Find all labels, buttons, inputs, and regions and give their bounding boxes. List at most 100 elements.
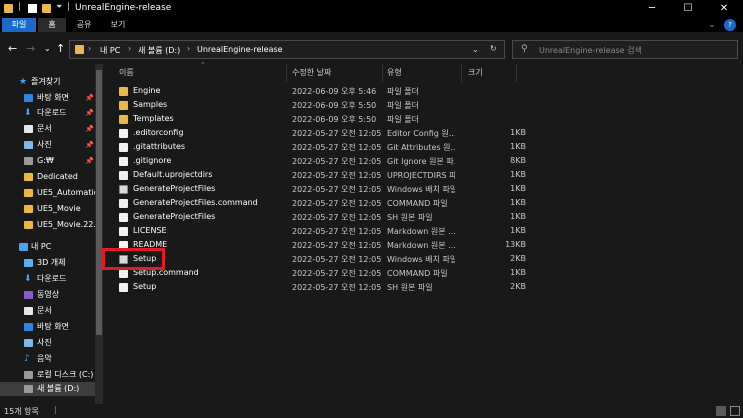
sidebar-item-ue5-movie-22[interactable]: UE5_Movie.22.0 <box>0 218 101 232</box>
search-box[interactable]: ⚲ UnrealEngine-release 검색 <box>512 40 738 59</box>
drive-icon <box>24 385 33 393</box>
recent-locations-icon[interactable]: ⌄ <box>44 44 51 53</box>
sidebar-item-local-disk-c[interactable]: 로컬 디스크 (C:) <box>0 368 95 382</box>
file-row[interactable]: README 2022-05-27 오전 12:05 Markdown 원본 ...… <box>106 238 526 252</box>
tab-share[interactable]: 공유 <box>70 18 98 32</box>
file-list: 이름 ⌃ 수정한 날짜 유형 크기 Engine 2022-06-09 오후 5:… <box>106 61 743 404</box>
close-button[interactable]: ✕ <box>706 0 742 18</box>
sidebar-item-volume-d[interactable]: 새 볼륨 (D:) <box>0 382 95 396</box>
address-bar[interactable]: › 내 PC › 새 볼륨 (D:) › UnrealEngine-releas… <box>69 40 505 59</box>
file-row[interactable]: .gitattributes 2022-05-27 오전 12:05 Git Att… <box>106 140 526 154</box>
file-row[interactable]: .gitignore 2022-05-27 오전 12:05 Git Ignore … <box>106 154 526 168</box>
sort-ascending-icon: ⌃ <box>200 61 206 69</box>
sidebar-item-g-drive[interactable]: G:₩ 📌 <box>0 154 95 168</box>
file-row[interactable]: Default.uprojectdirs 2022-05-27 오전 12:05 U… <box>106 168 526 182</box>
minimize-button[interactable]: ─ <box>634 0 670 18</box>
file-row[interactable]: Templates 2022-06-09 오후 5:50 파일 폴더 <box>106 112 526 126</box>
sidebar-item-pictures[interactable]: 사진 📌 <box>0 138 95 152</box>
sidebar-item-this-pc[interactable]: 내 PC <box>0 240 95 254</box>
batch-file-icon <box>119 185 128 194</box>
column-header-name[interactable]: 이름 <box>119 67 134 78</box>
column-divider[interactable] <box>286 64 287 82</box>
sidebar-item-music[interactable]: ♪ 음악 <box>0 352 95 366</box>
up-arrow-icon[interactable]: ↑ <box>56 42 65 55</box>
details-view-icon[interactable] <box>716 406 726 416</box>
music-icon: ♪ <box>24 354 30 364</box>
file-row[interactable]: Setup 2022-05-27 오전 12:05 Windows 배치 파일 2KB <box>106 252 526 266</box>
breadcrumb-current-folder[interactable]: UnrealEngine-release <box>197 45 283 54</box>
picture-icon <box>24 339 33 347</box>
sidebar-item-downloads[interactable]: ⬇ 다운로드 📌 <box>0 106 95 120</box>
sidebar-item-ue5-movie[interactable]: UE5_Movie <box>0 202 95 216</box>
sidebar-item-ue5-automation[interactable]: UE5_Automation <box>0 186 104 200</box>
breadcrumb-drive-d[interactable]: 새 볼륨 (D:) <box>138 45 180 56</box>
sidebar-item-documents-pc[interactable]: 문서 <box>0 304 95 318</box>
file-row[interactable]: GenerateProjectFiles 2022-05-27 오전 12:05 W… <box>106 182 526 196</box>
address-dropdown-icon[interactable]: ⌄ <box>472 45 479 54</box>
column-header-modified[interactable]: 수정한 날짜 <box>292 67 331 78</box>
sidebar-item-videos[interactable]: 동영상 <box>0 288 95 302</box>
file-size: 1KB <box>510 142 526 151</box>
expand-ribbon-icon[interactable]: ⌄ <box>706 18 718 32</box>
sidebar-item-documents[interactable]: 문서 📌 <box>0 122 95 136</box>
column-header-type[interactable]: 유형 <box>387 67 402 78</box>
file-row[interactable]: Samples 2022-06-09 오후 5:50 파일 폴더 <box>106 98 526 112</box>
tab-home[interactable]: 홈 <box>38 18 66 32</box>
file-type: Markdown 원본 ... <box>387 241 455 250</box>
file-type: 파일 폴더 <box>387 115 419 124</box>
sidebar-item-desktop-pc[interactable]: 바탕 화면 <box>0 320 95 334</box>
breadcrumb-separator[interactable]: › <box>128 44 131 53</box>
sidebar-item-label: 새 볼륨 (D:) <box>37 384 80 393</box>
column-header-size[interactable]: 크기 <box>468 67 483 78</box>
forward-arrow-icon[interactable]: → <box>26 42 35 55</box>
file-icon <box>119 283 128 292</box>
document-icon <box>24 307 33 315</box>
search-input[interactable]: UnrealEngine-release 검색 <box>539 45 642 56</box>
file-row[interactable]: Setup 2022-05-27 오전 12:05 SH 원본 파일 2KB <box>106 280 526 294</box>
sidebar-item-quick-access[interactable]: ★ 즐겨찾기 <box>0 75 95 89</box>
file-size: 1KB <box>510 170 526 179</box>
tab-view[interactable]: 보기 <box>104 18 132 32</box>
file-modified-date: 2022-05-27 오전 12:05 <box>292 185 382 194</box>
sidebar-item-downloads-pc[interactable]: ⬇ 다운로드 <box>0 272 95 286</box>
breadcrumb-this-pc[interactable]: 내 PC <box>100 45 120 56</box>
separator-icon: | <box>18 2 22 12</box>
sidebar-item-label: 3D 개체 <box>37 258 66 267</box>
file-row[interactable]: GenerateProjectFiles 2022-05-27 오전 12:05 S… <box>106 210 526 224</box>
refresh-icon[interactable]: ↻ <box>490 44 497 53</box>
file-size: 2KB <box>510 282 526 291</box>
folder-icon <box>119 115 128 124</box>
maximize-button[interactable]: ☐ <box>670 0 706 18</box>
sidebar-item-dedicated[interactable]: Dedicated <box>0 170 95 184</box>
quick-access-dropdown-icon[interactable]: ⏷ <box>56 2 65 11</box>
file-name: .gitignore <box>133 156 172 165</box>
sidebar-item-desktop[interactable]: 바탕 화면 📌 <box>0 91 95 105</box>
document-icon <box>24 125 33 133</box>
back-arrow-icon[interactable]: ← <box>8 42 17 55</box>
sidebar-scrollbar-thumb[interactable] <box>96 70 102 335</box>
sidebar-scrollbar[interactable] <box>95 64 103 404</box>
status-separator: | <box>54 405 57 414</box>
breadcrumb-separator[interactable]: › <box>88 44 91 53</box>
sidebar-item-pictures-pc[interactable]: 사진 <box>0 336 95 350</box>
breadcrumb-separator[interactable]: › <box>187 44 190 53</box>
column-divider[interactable] <box>461 64 462 82</box>
tab-file[interactable]: 파일 <box>2 18 36 32</box>
column-divider[interactable] <box>382 64 383 82</box>
help-icon[interactable]: ? <box>724 19 736 31</box>
status-bar: 15개 항목 | <box>0 404 743 418</box>
large-icons-view-icon[interactable] <box>730 406 740 416</box>
file-row[interactable]: Engine 2022-06-09 오후 5:46 파일 폴더 <box>106 84 526 98</box>
column-divider[interactable] <box>516 64 517 82</box>
file-row[interactable]: LICENSE 2022-05-27 오전 12:05 Markdown 원본 ..… <box>106 224 526 238</box>
sidebar-item-3d-objects[interactable]: 3D 개체 <box>0 256 95 270</box>
properties-icon[interactable] <box>28 4 37 13</box>
file-row[interactable]: .editorconfig 2022-05-27 오전 12:05 Editor C… <box>106 126 526 140</box>
file-row[interactable]: GenerateProjectFiles.command 2022-05-27 오… <box>106 196 526 210</box>
file-name: GenerateProjectFiles <box>133 184 216 193</box>
new-folder-icon[interactable] <box>42 4 51 13</box>
file-type: UPROJECTDIRS 파... <box>387 171 455 180</box>
file-row[interactable]: Setup.command 2022-05-27 오전 12:05 COMMAND … <box>106 266 526 280</box>
item-count: 15개 항목 <box>4 407 39 416</box>
sidebar-item-label: 바탕 화면 <box>37 322 69 331</box>
